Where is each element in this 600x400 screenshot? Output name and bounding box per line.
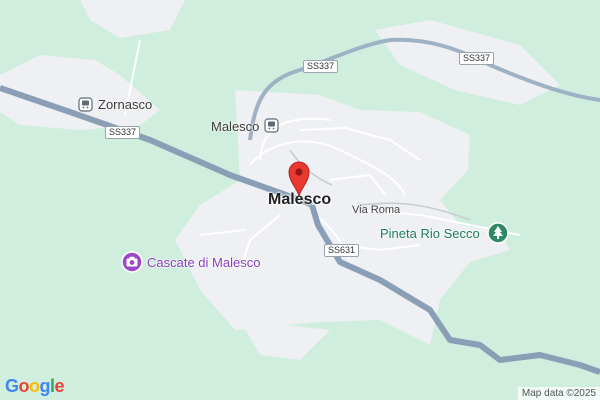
- google-logo[interactable]: Google: [5, 376, 65, 397]
- urban-area-south: [240, 320, 330, 360]
- urban-area-north: [80, 0, 185, 38]
- map-attribution[interactable]: Map data ©2025: [517, 387, 600, 400]
- poi-label-cascate[interactable]: Cascate di Malesco: [147, 255, 260, 270]
- camera-icon[interactable]: [121, 251, 143, 278]
- road-shield-ss337: SS337: [459, 52, 495, 65]
- road-shield-ss631: SS631: [324, 244, 360, 257]
- urban-area-zornasco: [0, 55, 160, 130]
- train-station-icon[interactable]: [78, 97, 93, 117]
- place-label-zornasco: Zornasco: [98, 97, 153, 112]
- poi-label-pineta[interactable]: Pineta Rio Secco: [380, 226, 480, 241]
- road-shield-ss337: SS337: [303, 60, 339, 73]
- map-pin-icon[interactable]: [288, 161, 310, 202]
- train-station-icon[interactable]: [264, 118, 279, 138]
- tree-icon[interactable]: [487, 222, 509, 249]
- road-shield-ss337: SS337: [105, 126, 141, 139]
- place-label-malesco-station: Malesco: [211, 119, 260, 134]
- street-label-via-roma: Via Roma: [352, 204, 401, 216]
